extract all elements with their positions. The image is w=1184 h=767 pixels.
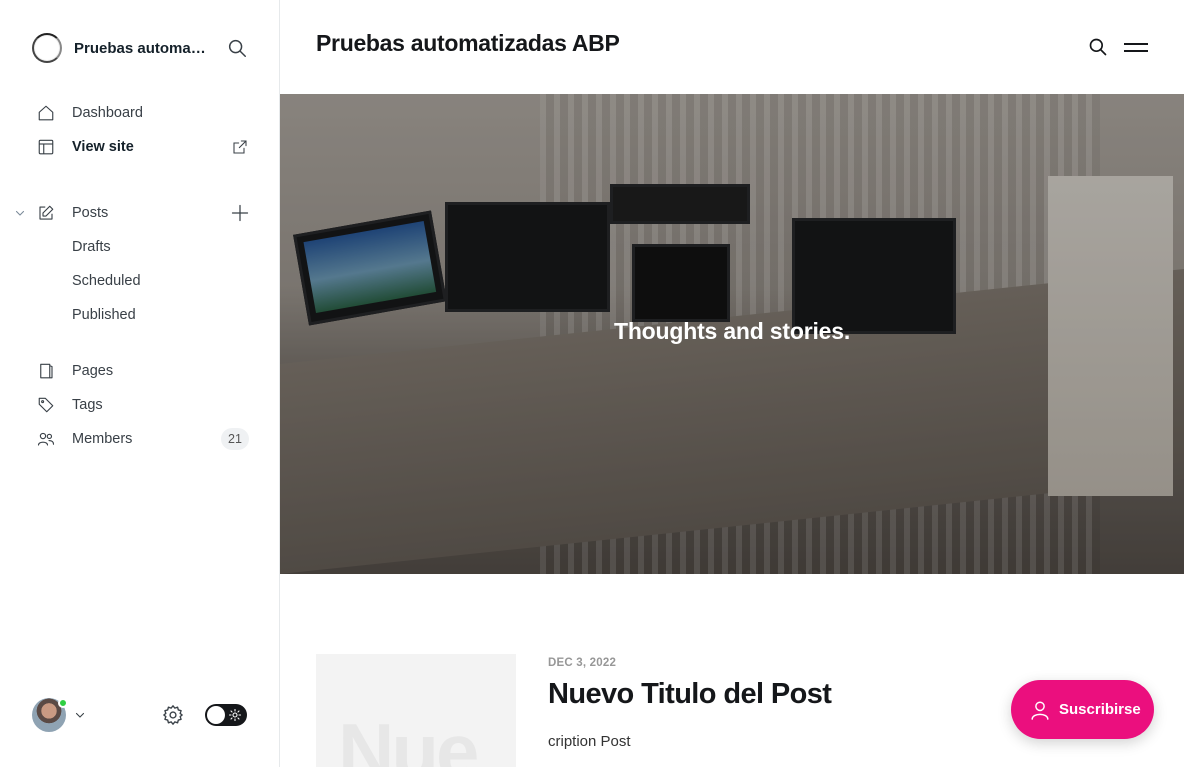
site-name: Pruebas automatizadas ABP [74,39,210,57]
nav-item-members[interactable]: Members 21 [0,422,280,456]
search-icon[interactable] [1088,37,1108,57]
nav-item-scheduled[interactable]: Scheduled [0,264,280,298]
chevron-down-icon[interactable] [74,709,86,721]
user-icon [1031,700,1049,720]
home-icon [38,105,54,121]
post-title[interactable]: Nuevo Titulo del Post [548,678,832,711]
nav-item-published[interactable]: Published [0,298,280,332]
hero-tagline: Thoughts and stories. [613,318,851,344]
nav-label-scheduled: Scheduled [72,273,141,289]
site-preview: Pruebas automatizadas ABP Thoughts and s… [280,0,1184,767]
dark-mode-toggle[interactable] [205,704,247,726]
add-post-icon[interactable] [230,203,250,223]
members-count-badge: 21 [221,428,249,450]
nav-label-view-site: View site [72,139,134,155]
posts-nav: Posts Drafts Scheduled Published [0,196,280,332]
admin-sidebar: Pruebas automatizadas ABP Dashboard View… [0,0,280,767]
primary-nav: Dashboard View site [0,96,280,164]
gear-icon[interactable] [162,704,184,726]
site-brand[interactable]: Pruebas automatizadas ABP [32,32,210,64]
nav-item-tags[interactable]: Tags [0,388,280,422]
edit-icon [39,205,54,220]
online-status-dot [58,698,68,708]
subscribe-label: Suscribirse [1059,701,1141,718]
nav-label-drafts: Drafts [72,239,111,255]
external-link-icon[interactable] [232,139,248,155]
search-icon[interactable] [226,37,248,59]
nav-label-published: Published [72,307,136,323]
nav-item-posts[interactable]: Posts [0,196,280,230]
nav-label-pages: Pages [72,363,114,379]
menu-line [1124,50,1148,52]
nav-label-tags: Tags [72,397,103,413]
sidebar-footer [32,698,248,732]
post-excerpt: cription Post [548,733,631,750]
nav-item-drafts[interactable]: Drafts [0,230,280,264]
hamburger-menu-icon[interactable] [1124,40,1148,54]
page-icon [40,363,53,379]
nav-item-dashboard[interactable]: Dashboard [0,96,280,130]
layout-icon [38,139,54,155]
site-title[interactable]: Pruebas automatizadas ABP [316,30,620,57]
post-thumbnail[interactable]: Nue [316,654,516,767]
site-logo-icon [32,33,62,63]
hero-cover: Thoughts and stories. [280,94,1184,574]
tag-icon [38,397,54,413]
chevron-down-icon[interactable] [14,207,26,219]
nav-label-members: Members [72,431,133,447]
site-header: Pruebas automatizadas ABP [280,0,1184,94]
nav-label-dashboard: Dashboard [72,105,143,121]
subscribe-button[interactable]: Suscribirse [1011,680,1154,739]
menu-line [1124,43,1148,45]
sun-icon [229,709,241,721]
toggle-knob [207,706,225,724]
nav-label-posts: Posts [72,205,109,221]
nav-item-pages[interactable]: Pages [0,354,280,388]
secondary-nav: Pages Tags Members 21 [0,354,280,456]
post-thumbnail-text: Nue [338,707,479,767]
nav-item-view-site[interactable]: View site [0,130,280,164]
members-icon [37,432,55,446]
post-date: DEC 3, 2022 [548,657,617,669]
